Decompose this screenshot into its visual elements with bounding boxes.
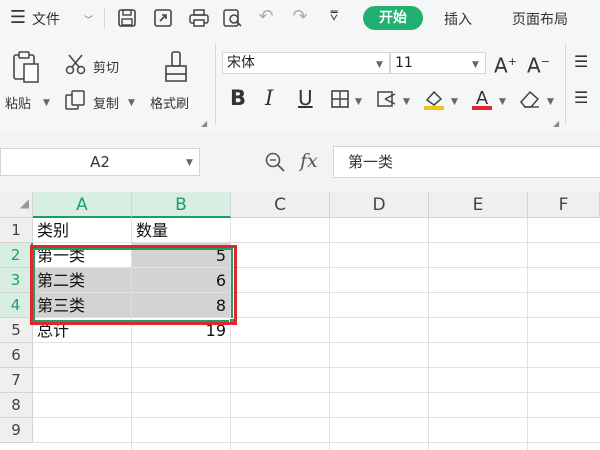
bold-icon[interactable]: B (230, 88, 246, 109)
row-header-2[interactable]: 2 (0, 243, 33, 268)
print-icon[interactable] (188, 8, 210, 28)
cell-a1[interactable]: 类别 (33, 218, 132, 243)
paste-dropdown-icon[interactable]: ▼ (43, 98, 50, 108)
menu-bar: ☰ 文件 ﹀ ↶ ↷ ⩢ 开始 插入 页面布局 (0, 0, 600, 36)
paste-button[interactable]: 粘贴 (5, 93, 31, 112)
fill-style-dropdown-icon[interactable]: ▼ (403, 97, 410, 107)
redo-icon[interactable]: ↷ (290, 7, 310, 27)
ribbon-divider (565, 44, 566, 124)
borders-dropdown-icon[interactable]: ▼ (355, 97, 362, 107)
svg-text:A: A (476, 88, 489, 109)
font-group-expander-icon[interactable]: ◢ (553, 119, 559, 128)
copy-dropdown-icon[interactable]: ▼ (128, 98, 135, 108)
file-menu[interactable]: 文件 (32, 9, 60, 29)
format-painter-icon[interactable] (162, 50, 190, 84)
font-name-dropdown-icon[interactable]: ▼ (376, 60, 383, 70)
copy-icon[interactable] (64, 89, 86, 111)
row-header-1[interactable]: 1 (0, 218, 33, 243)
ribbon (0, 36, 600, 132)
export-icon[interactable] (153, 8, 173, 28)
fill-style-icon[interactable] (376, 89, 398, 109)
format-painter-button[interactable]: 格式刷 (150, 93, 189, 112)
hamburger-menu-icon[interactable]: ☰ (8, 8, 28, 28)
align-left-icon[interactable]: ☰ (574, 88, 588, 108)
save-icon[interactable] (117, 8, 137, 28)
row-header-6[interactable]: 6 (0, 343, 33, 368)
align-icon[interactable]: ☰ (574, 52, 588, 72)
eraser-icon[interactable] (518, 88, 542, 110)
copy-button[interactable]: 复制 (93, 93, 119, 112)
borders-icon[interactable] (330, 89, 350, 109)
column-header-b[interactable]: B (132, 192, 231, 218)
select-all-corner[interactable]: ◢ (0, 192, 33, 218)
fill-color-dropdown-icon[interactable]: ▼ (451, 97, 458, 107)
group-expander-icon[interactable]: ◢ (201, 119, 207, 128)
chevron-down-icon[interactable]: ﹀ (84, 13, 93, 26)
cell-b1[interactable]: 数量 (132, 218, 231, 243)
row-header-4[interactable]: 4 (0, 293, 33, 318)
row-header-5[interactable]: 5 (0, 318, 33, 343)
fill-color-icon[interactable] (422, 87, 446, 111)
font-size-dropdown-icon[interactable]: ▼ (472, 60, 479, 70)
font-color-icon[interactable]: A (470, 87, 494, 111)
quick-access-dropdown-icon[interactable]: ⩢ (324, 7, 344, 27)
name-box[interactable]: A2 (0, 148, 200, 176)
select-all-icon: ◢ (19, 196, 29, 210)
column-header-d[interactable]: D (330, 192, 429, 218)
underline-icon[interactable]: U (298, 88, 313, 108)
tab-page-layout[interactable]: 页面布局 (512, 9, 568, 29)
row-header-7[interactable]: 7 (0, 368, 33, 393)
column-header-a[interactable]: A (33, 192, 132, 218)
highlight-annotation-box (30, 245, 237, 325)
cut-icon[interactable] (64, 53, 88, 75)
font-name-select[interactable]: 宋体 (222, 52, 390, 74)
ribbon-divider (215, 44, 216, 124)
function-fx-button[interactable]: fx (300, 150, 318, 172)
cut-button[interactable]: 剪切 (93, 57, 119, 76)
tab-home[interactable]: 开始 (363, 6, 423, 30)
undo-icon[interactable]: ↶ (256, 7, 276, 27)
zoom-search-icon[interactable] (264, 151, 286, 173)
column-header-e[interactable]: E (429, 192, 528, 218)
tab-insert[interactable]: 插入 (444, 9, 472, 29)
name-box-dropdown-icon[interactable]: ▼ (186, 158, 193, 168)
print-preview-icon[interactable] (222, 8, 244, 28)
row-header-3[interactable]: 3 (0, 268, 33, 293)
formula-input[interactable]: 第一类 (333, 146, 600, 178)
italic-icon[interactable]: I (265, 88, 273, 109)
paste-icon[interactable] (11, 50, 41, 84)
eraser-dropdown-icon[interactable]: ▼ (547, 97, 554, 107)
row-header-9[interactable]: 9 (0, 418, 33, 443)
font-color-dropdown-icon[interactable]: ▼ (499, 97, 506, 107)
row-header-8[interactable]: 8 (0, 393, 33, 418)
decrease-font-icon[interactable]: A− (527, 52, 550, 76)
divider (104, 8, 105, 28)
column-header-c[interactable]: C (231, 192, 330, 218)
column-header-f[interactable]: F (528, 192, 600, 218)
increase-font-icon[interactable]: A+ (494, 52, 517, 76)
